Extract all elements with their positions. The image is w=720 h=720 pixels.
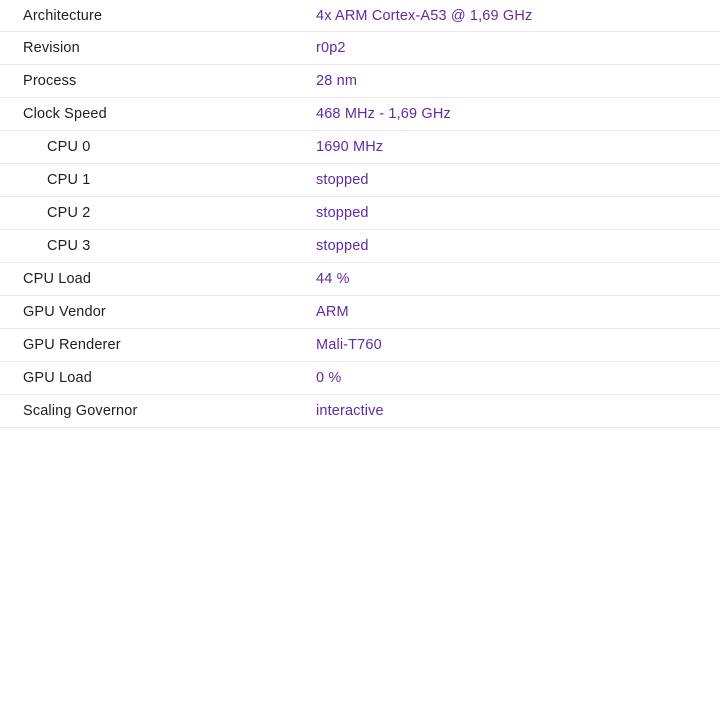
row-value: 28 nm [316, 73, 358, 89]
row-value: 468 MHz - 1,69 GHz [316, 106, 451, 122]
row-label: Process [23, 73, 77, 89]
row-label: CPU 2 [47, 205, 91, 221]
row-value: 0 % [316, 370, 342, 386]
row-label: GPU Load [23, 370, 92, 386]
table-row[interactable]: Process 28 nm [0, 65, 720, 98]
row-value: stopped [316, 172, 369, 188]
row-value: stopped [316, 205, 369, 221]
row-value: Mali-T760 [316, 337, 382, 353]
row-label: GPU Vendor [23, 304, 106, 320]
table-row[interactable]: Architecture 4x ARM Cortex-A53 @ 1,69 GH… [0, 0, 720, 32]
table-row-cpu-2[interactable]: CPU 2 stopped [0, 197, 720, 230]
table-row-cpu-3[interactable]: CPU 3 stopped [0, 230, 720, 263]
row-label: Architecture [23, 7, 103, 24]
row-label: Scaling Governor [23, 403, 138, 419]
table-row[interactable]: Revision r0p2 [0, 32, 720, 65]
row-value: r0p2 [316, 40, 346, 56]
row-value: 1690 MHz [316, 139, 384, 155]
row-label: CPU 1 [47, 172, 91, 188]
row-label: CPU 3 [47, 238, 91, 254]
row-label: Revision [23, 40, 80, 56]
table-row[interactable]: Scaling Governor interactive [0, 395, 720, 428]
table-row-cpu-0[interactable]: CPU 0 1690 MHz [0, 131, 720, 164]
table-row[interactable]: GPU Load 0 % [0, 362, 720, 395]
table-row[interactable]: GPU Renderer Mali-T760 [0, 329, 720, 362]
row-value: 4x ARM Cortex-A53 @ 1,69 GHz [316, 7, 533, 24]
table-row[interactable]: GPU Vendor ARM [0, 296, 720, 329]
row-value: interactive [316, 403, 384, 419]
row-label: GPU Renderer [23, 337, 121, 353]
device-info-table: Architecture 4x ARM Cortex-A53 @ 1,69 GH… [0, 0, 720, 428]
row-value: stopped [316, 238, 369, 254]
row-label: CPU Load [23, 271, 92, 287]
row-label: Clock Speed [23, 106, 107, 122]
empty-area [0, 428, 720, 719]
table-row-cpu-1[interactable]: CPU 1 stopped [0, 164, 720, 197]
row-value: 44 % [316, 271, 350, 287]
row-value: ARM [316, 304, 349, 320]
table-row[interactable]: CPU Load 44 % [0, 263, 720, 296]
table-row[interactable]: Clock Speed 468 MHz - 1,69 GHz [0, 98, 720, 131]
row-label: CPU 0 [47, 139, 91, 155]
